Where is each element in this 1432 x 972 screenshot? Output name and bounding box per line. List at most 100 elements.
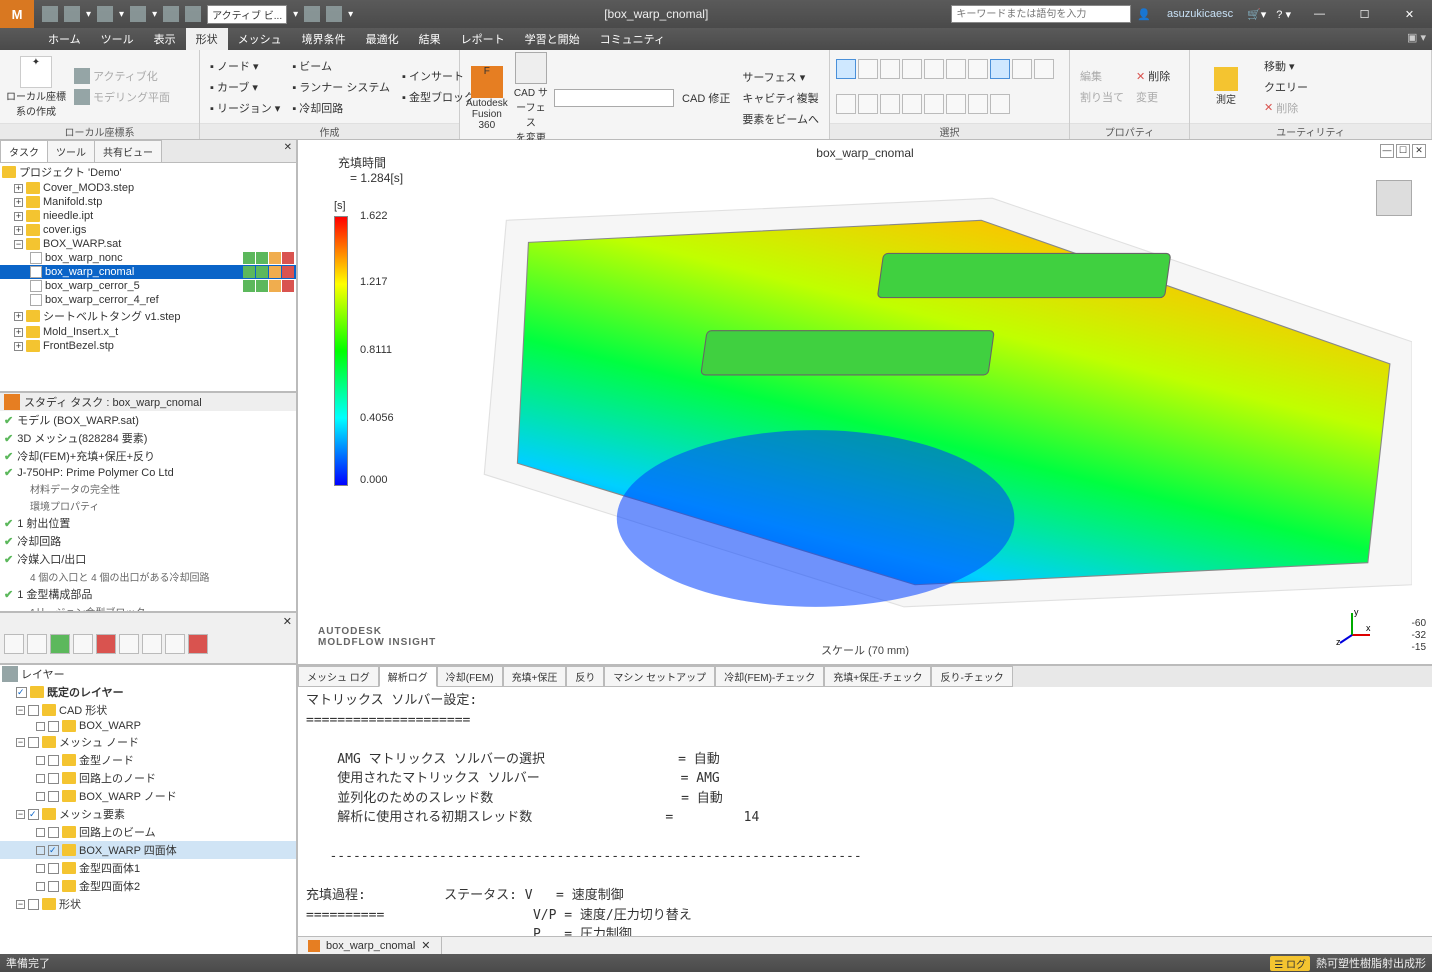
maximize-button[interactable]: ☐ <box>1342 0 1387 28</box>
layer-item[interactable]: −メッシュ ノード <box>0 733 296 751</box>
log-tab[interactable]: 冷却(FEM)-チェック <box>715 666 824 687</box>
layer-item[interactable]: 回路上のビーム <box>0 823 296 841</box>
layer-item[interactable]: 金型四面体1 <box>0 859 296 877</box>
checkbox[interactable] <box>28 899 39 910</box>
tab-mesh[interactable]: メッシュ <box>228 28 292 50</box>
log-tab[interactable]: メッシュ ログ <box>298 666 379 687</box>
tab-tool[interactable]: ツール <box>47 140 95 162</box>
move-button[interactable]: 移動 ▾ <box>1260 56 1312 76</box>
search-input[interactable] <box>951 5 1131 23</box>
redo-icon[interactable] <box>130 6 146 22</box>
tree-boxwarp[interactable]: −BOX_WARP.sat <box>0 237 296 251</box>
layer-item[interactable]: BOX_WARP ノード <box>0 787 296 805</box>
tab-geometry[interactable]: 形状 <box>186 28 228 50</box>
vp-close-icon[interactable]: ✕ <box>1412 144 1426 158</box>
tb-4[interactable] <box>73 634 93 654</box>
tab-home[interactable]: ホーム <box>38 28 91 50</box>
sel-3[interactable] <box>880 59 900 79</box>
sel-6[interactable] <box>946 59 966 79</box>
study-item[interactable]: 1リージョン金型ブロック <box>0 603 296 613</box>
region-button[interactable]: ▪ リージョン ▾ <box>206 98 284 118</box>
sel-9[interactable] <box>1012 59 1032 79</box>
checkbox[interactable] <box>48 845 59 856</box>
cavity-dup-button[interactable]: キャビティ複製 <box>738 88 823 108</box>
curve-button[interactable]: ▪ カーブ ▾ <box>206 77 284 97</box>
tab-boundary[interactable]: 境界条件 <box>292 28 356 50</box>
study-task-panel[interactable]: スタディ タスク : box_warp_cnomal ✔ モデル (BOX_WA… <box>0 393 296 613</box>
checkbox[interactable] <box>48 827 59 838</box>
layer-item[interactable]: BOX_WARP <box>0 719 296 733</box>
qat-view-dropdown[interactable]: アクティブ ビ... <box>207 5 287 24</box>
3d-viewport[interactable]: — ☐ ✕ box_warp_cnomal 充填時間 = 1.284[s] [s… <box>298 140 1432 664</box>
sel-7[interactable] <box>968 59 988 79</box>
beam-button[interactable]: ▪ ビーム <box>288 56 394 76</box>
panel-close-icon[interactable]: ✕ <box>280 140 296 162</box>
study-item[interactable]: ✔ 冷却(FEM)+充填+保圧+反り <box>0 447 296 465</box>
sel-5[interactable] <box>924 59 944 79</box>
cad-surface-button[interactable]: CAD サーフェス を変更 <box>512 52 550 144</box>
tab-display[interactable]: 表示 <box>144 28 186 50</box>
tb-8[interactable] <box>165 634 185 654</box>
log-content[interactable]: マトリックス ソルバー設定: ===================== AMG… <box>298 687 1432 936</box>
minimize-button[interactable]: — <box>1297 0 1342 28</box>
stop-icon[interactable] <box>185 6 201 22</box>
cooling-button[interactable]: ▪ 冷却回路 <box>288 98 394 118</box>
tb-2[interactable] <box>27 634 47 654</box>
layer-item[interactable]: −メッシュ要素 <box>0 805 296 823</box>
runner-button[interactable]: ▪ ランナー システム <box>288 77 394 97</box>
assign-button[interactable]: 割り当て <box>1076 87 1128 107</box>
sel-8[interactable] <box>990 59 1010 79</box>
tree-file[interactable]: +nieedle.ipt <box>0 209 296 223</box>
sel-4[interactable] <box>902 59 922 79</box>
doc-close-icon[interactable]: ✕ <box>421 939 430 952</box>
measure-button[interactable]: 測定 <box>1196 67 1256 106</box>
study-item[interactable]: 環境プロパティ <box>0 497 296 514</box>
tb-7[interactable] <box>142 634 162 654</box>
open-icon[interactable] <box>42 6 58 22</box>
layer-item[interactable]: 金型ノード <box>0 751 296 769</box>
view-cube[interactable] <box>1376 180 1412 216</box>
qat-extra-1[interactable] <box>304 6 320 22</box>
tab-report[interactable]: レポート <box>451 28 515 50</box>
tb-1[interactable] <box>4 634 24 654</box>
surface-dd-button[interactable]: サーフェス ▾ <box>738 67 823 87</box>
elem-beam-button[interactable]: 要素をビームへ <box>738 109 823 129</box>
study-item[interactable]: ✔ 1 金型構成部品 <box>0 585 296 603</box>
log-tab[interactable]: 充填+保圧 <box>503 666 567 687</box>
save-icon[interactable] <box>64 6 80 22</box>
layer-item[interactable]: −CAD 形状 <box>0 701 296 719</box>
signin-icon[interactable]: 👤 <box>1137 8 1151 21</box>
status-mode[interactable]: 熱可塑性樹脂射出成形 <box>1316 955 1426 971</box>
sel-15[interactable] <box>924 94 944 114</box>
checkbox[interactable] <box>48 721 59 732</box>
node-button[interactable]: ▪ ノード ▾ <box>206 56 284 76</box>
tree-study-selected[interactable]: box_warp_cnomal <box>0 265 296 279</box>
log-tab[interactable]: 解析ログ <box>379 666 437 687</box>
log-tab[interactable]: 冷却(FEM) <box>437 666 503 687</box>
tree-file[interactable]: +Manifold.stp <box>0 195 296 209</box>
close-button[interactable]: ✕ <box>1387 0 1432 28</box>
vp-min-icon[interactable]: — <box>1380 144 1394 158</box>
modeling-plane-button[interactable]: モデリング平面 <box>70 87 174 107</box>
vp-max-icon[interactable]: ☐ <box>1396 144 1410 158</box>
fusion360-button[interactable]: F Autodesk Fusion 360 <box>466 66 508 131</box>
study-item[interactable]: 材料データの完全性 <box>0 480 296 497</box>
sel-2[interactable] <box>858 59 878 79</box>
activate-button[interactable]: アクティブ化 <box>70 66 174 86</box>
user-name[interactable]: asuzukicaesc <box>1167 8 1233 20</box>
tab-results[interactable]: 結果 <box>409 28 451 50</box>
tb-6[interactable] <box>119 634 139 654</box>
tree-study[interactable]: box_warp_cerror_5 <box>0 279 296 293</box>
study-item[interactable]: ✔ J-750HP: Prime Polymer Co Ltd <box>0 465 296 480</box>
layer-item[interactable]: 回路上のノード <box>0 769 296 787</box>
sel-11[interactable] <box>836 94 856 114</box>
checkbox[interactable] <box>48 863 59 874</box>
qat-extra-2[interactable] <box>326 6 342 22</box>
delete-util-button[interactable]: ✕ 削除 <box>1260 98 1312 118</box>
tab-tools[interactable]: ツール <box>91 28 144 50</box>
checkbox[interactable] <box>48 773 59 784</box>
plus-icon[interactable] <box>163 6 179 22</box>
change-input[interactable] <box>554 89 674 107</box>
layer-panel-close[interactable]: ✕ <box>283 616 292 628</box>
tree-study[interactable]: box_warp_nonc <box>0 251 296 265</box>
